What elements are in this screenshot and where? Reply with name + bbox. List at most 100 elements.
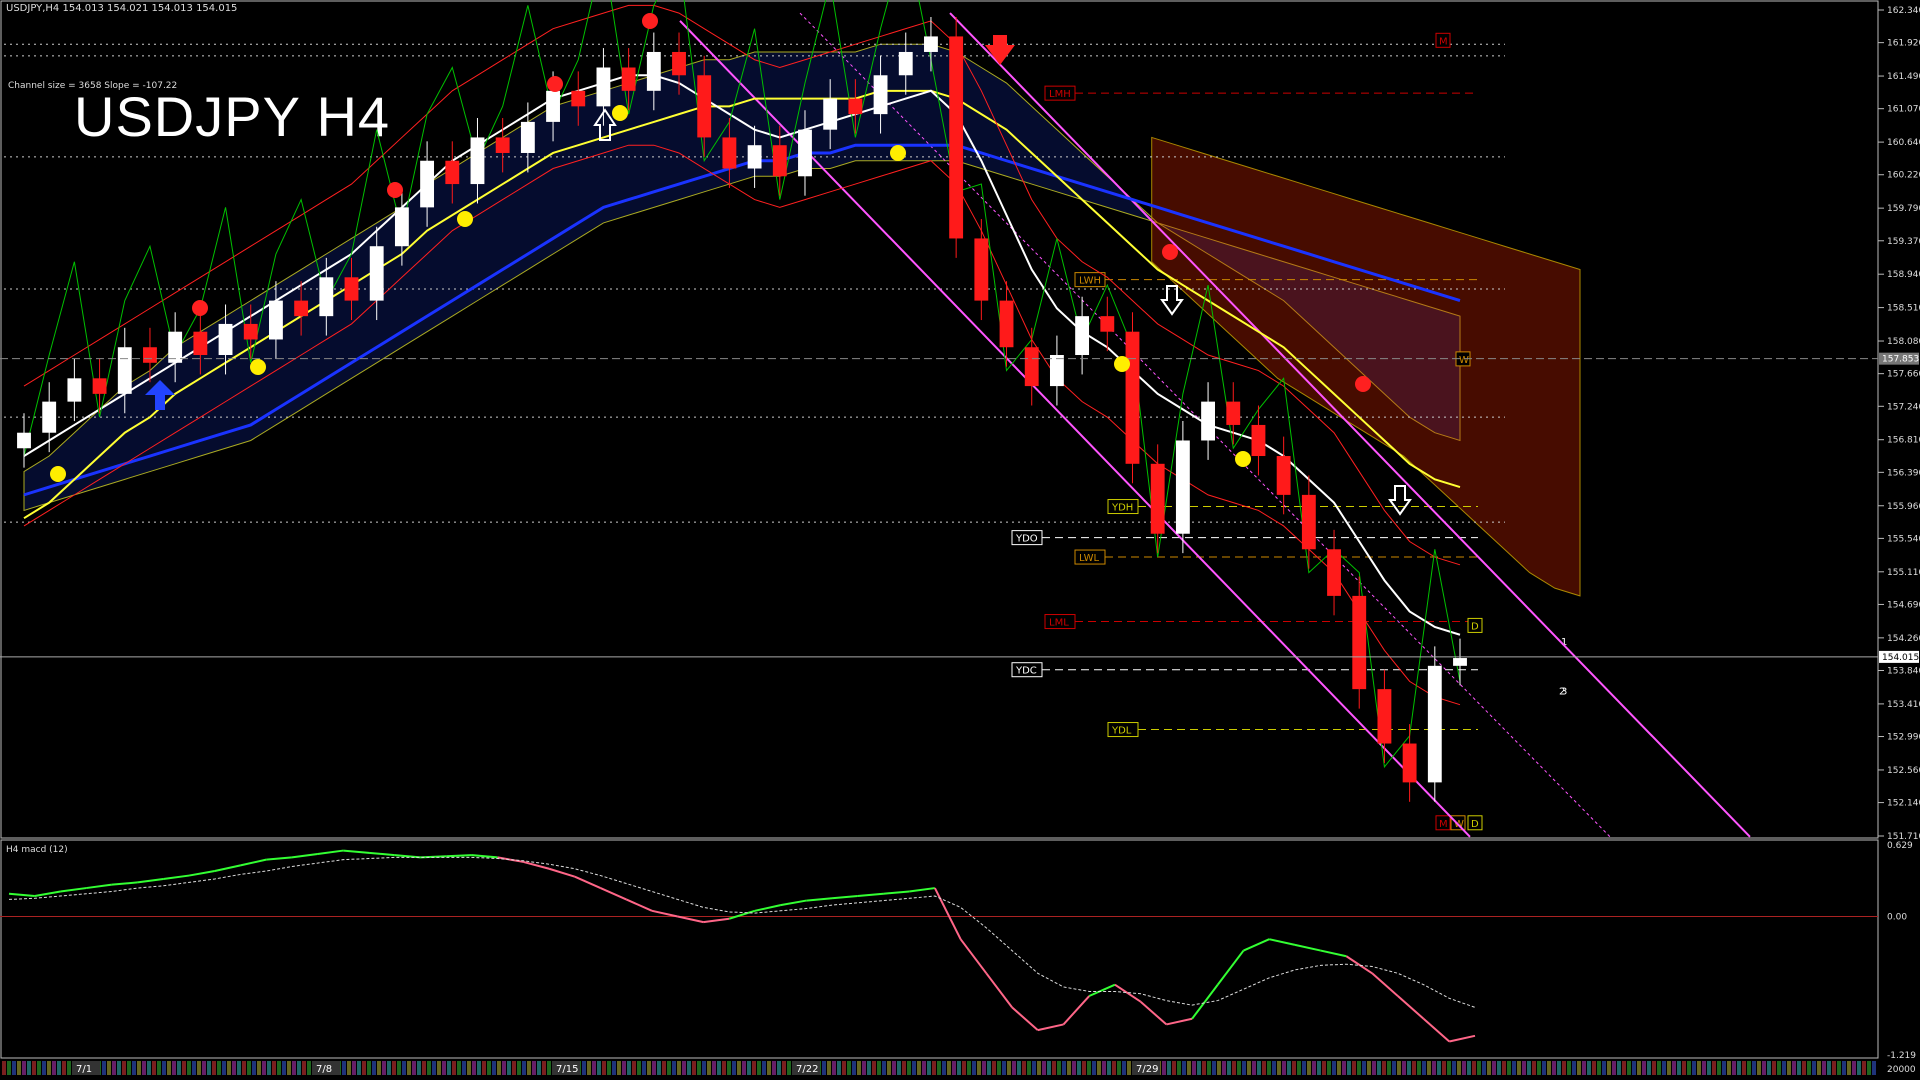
level-tag: D: [1471, 819, 1479, 830]
time-strip-cell: [942, 1061, 946, 1075]
time-strip-cell: [767, 1061, 771, 1075]
time-strip-cell: [857, 1061, 861, 1075]
price-tick-label: 158.940: [1887, 270, 1920, 280]
time-strip-cell: [1737, 1061, 1741, 1075]
time-strip-cell: [482, 1061, 486, 1075]
time-strip-cell: [847, 1061, 851, 1075]
time-strip-cell: [1492, 1061, 1496, 1075]
candle-body: [898, 51, 913, 76]
time-strip-cell: [777, 1061, 781, 1075]
time-strip-cell: [1262, 1061, 1266, 1075]
time-strip-cell: [712, 1061, 716, 1075]
time-strip-cell: [437, 1061, 441, 1075]
time-strip-cell: [1417, 1061, 1421, 1075]
fractal-marker-icon: [1162, 244, 1178, 260]
candle-body: [369, 246, 384, 301]
time-strip-cell: [107, 1061, 111, 1075]
time-strip-cell: [422, 1061, 426, 1075]
time-strip-cell: [1227, 1061, 1231, 1075]
time-strip-cell: [652, 1061, 656, 1075]
candle-body: [445, 160, 460, 185]
time-strip-cell: [902, 1061, 906, 1075]
candle-body: [319, 277, 334, 317]
time-strip-cell: [762, 1061, 766, 1075]
time-strip-cell: [1542, 1061, 1546, 1075]
time-strip-cell: [1707, 1061, 1711, 1075]
candle-body: [495, 137, 510, 153]
time-strip-cell: [1407, 1061, 1411, 1075]
price-tick-label: 160.640: [1887, 138, 1920, 148]
time-strip-cell: [1692, 1061, 1696, 1075]
time-strip-cell: [272, 1061, 276, 1075]
candle-body: [1402, 743, 1417, 783]
time-strip-cell: [1622, 1061, 1626, 1075]
price-chart[interactable]: LMHLWHYDHYDOLWLLMLYDCYDLMWDMWD123 162.34…: [0, 0, 1920, 1080]
level-label: LWH: [1079, 276, 1101, 287]
macd-segment: [34, 890, 61, 898]
price-tick-label: 158.510: [1887, 304, 1920, 314]
time-strip-cell: [1467, 1061, 1471, 1075]
time-strip-cell: [1012, 1061, 1016, 1075]
time-strip-cell: [1812, 1061, 1816, 1075]
time-strip-cell: [22, 1061, 26, 1075]
macd-segment: [1037, 1023, 1064, 1032]
time-strip-cell: [57, 1061, 61, 1075]
time-strip-cell: [1487, 1061, 1491, 1075]
candle-body: [1201, 401, 1215, 441]
time-strip-cell: [1597, 1061, 1601, 1075]
time-strip-cell: [1682, 1061, 1686, 1075]
time-strip-cell: [877, 1061, 881, 1075]
candle-body: [999, 300, 1014, 348]
fractal-marker-icon: [192, 300, 208, 316]
candle-body: [92, 378, 107, 394]
macd-segment: [857, 892, 884, 898]
macd-segment: [266, 856, 293, 861]
time-strip-cell: [1732, 1061, 1736, 1075]
candle-body: [672, 51, 686, 76]
macd-segment: [959, 938, 988, 974]
candle-body: [1049, 355, 1064, 387]
time-strip-cell: [1402, 1061, 1406, 1075]
macd-segment: [1011, 1006, 1039, 1031]
time-strip-cell: [1332, 1061, 1336, 1075]
time-strip-cell: [697, 1061, 701, 1075]
price-tick-label: 154.260: [1887, 634, 1920, 644]
time-strip-cell: [262, 1061, 266, 1075]
time-strip-cell: [192, 1061, 196, 1075]
time-strip-cell: [1062, 1061, 1066, 1075]
macd-segment: [548, 867, 576, 878]
time-strip-cell: [177, 1061, 181, 1075]
time-strip-cell: [1037, 1061, 1041, 1075]
level-tag: W: [1459, 355, 1469, 366]
time-strip-cell: [622, 1061, 626, 1075]
level-tag: M: [1439, 819, 1448, 830]
macd-segment: [1114, 983, 1142, 1003]
time-strip-cell: [1457, 1061, 1461, 1075]
time-strip-cell: [427, 1061, 431, 1075]
time-strip-cell: [1182, 1061, 1186, 1075]
date-label: 7/29: [1136, 1064, 1158, 1075]
time-strip-cell: [157, 1061, 161, 1075]
candle-body: [269, 300, 283, 340]
time-strip-cell: [1387, 1061, 1391, 1075]
time-strip-cell: [132, 1061, 136, 1075]
macd-segment: [780, 899, 807, 907]
time-strip-cell: [1742, 1061, 1746, 1075]
time-strip-cell: [1442, 1061, 1446, 1075]
time-strip-cell: [822, 1061, 826, 1075]
time-strip-cell: [1172, 1061, 1176, 1075]
time-strip-cell: [737, 1061, 741, 1075]
time-strip-cell: [237, 1061, 241, 1075]
time-strip-cell: [1207, 1061, 1211, 1075]
candle-body: [520, 121, 535, 153]
time-strip-cell: [742, 1061, 746, 1075]
date-label: 7/15: [556, 1064, 578, 1075]
time-strip-cell: [1807, 1061, 1811, 1075]
time-strip-cell: [1047, 1061, 1051, 1075]
macd-segment: [343, 849, 370, 854]
time-strip-cell: [1852, 1061, 1856, 1075]
time-strip-cell: [462, 1061, 466, 1075]
time-strip-cell: [1452, 1061, 1456, 1075]
macd-segment: [1449, 1034, 1476, 1043]
time-strip-cell: [1817, 1061, 1821, 1075]
